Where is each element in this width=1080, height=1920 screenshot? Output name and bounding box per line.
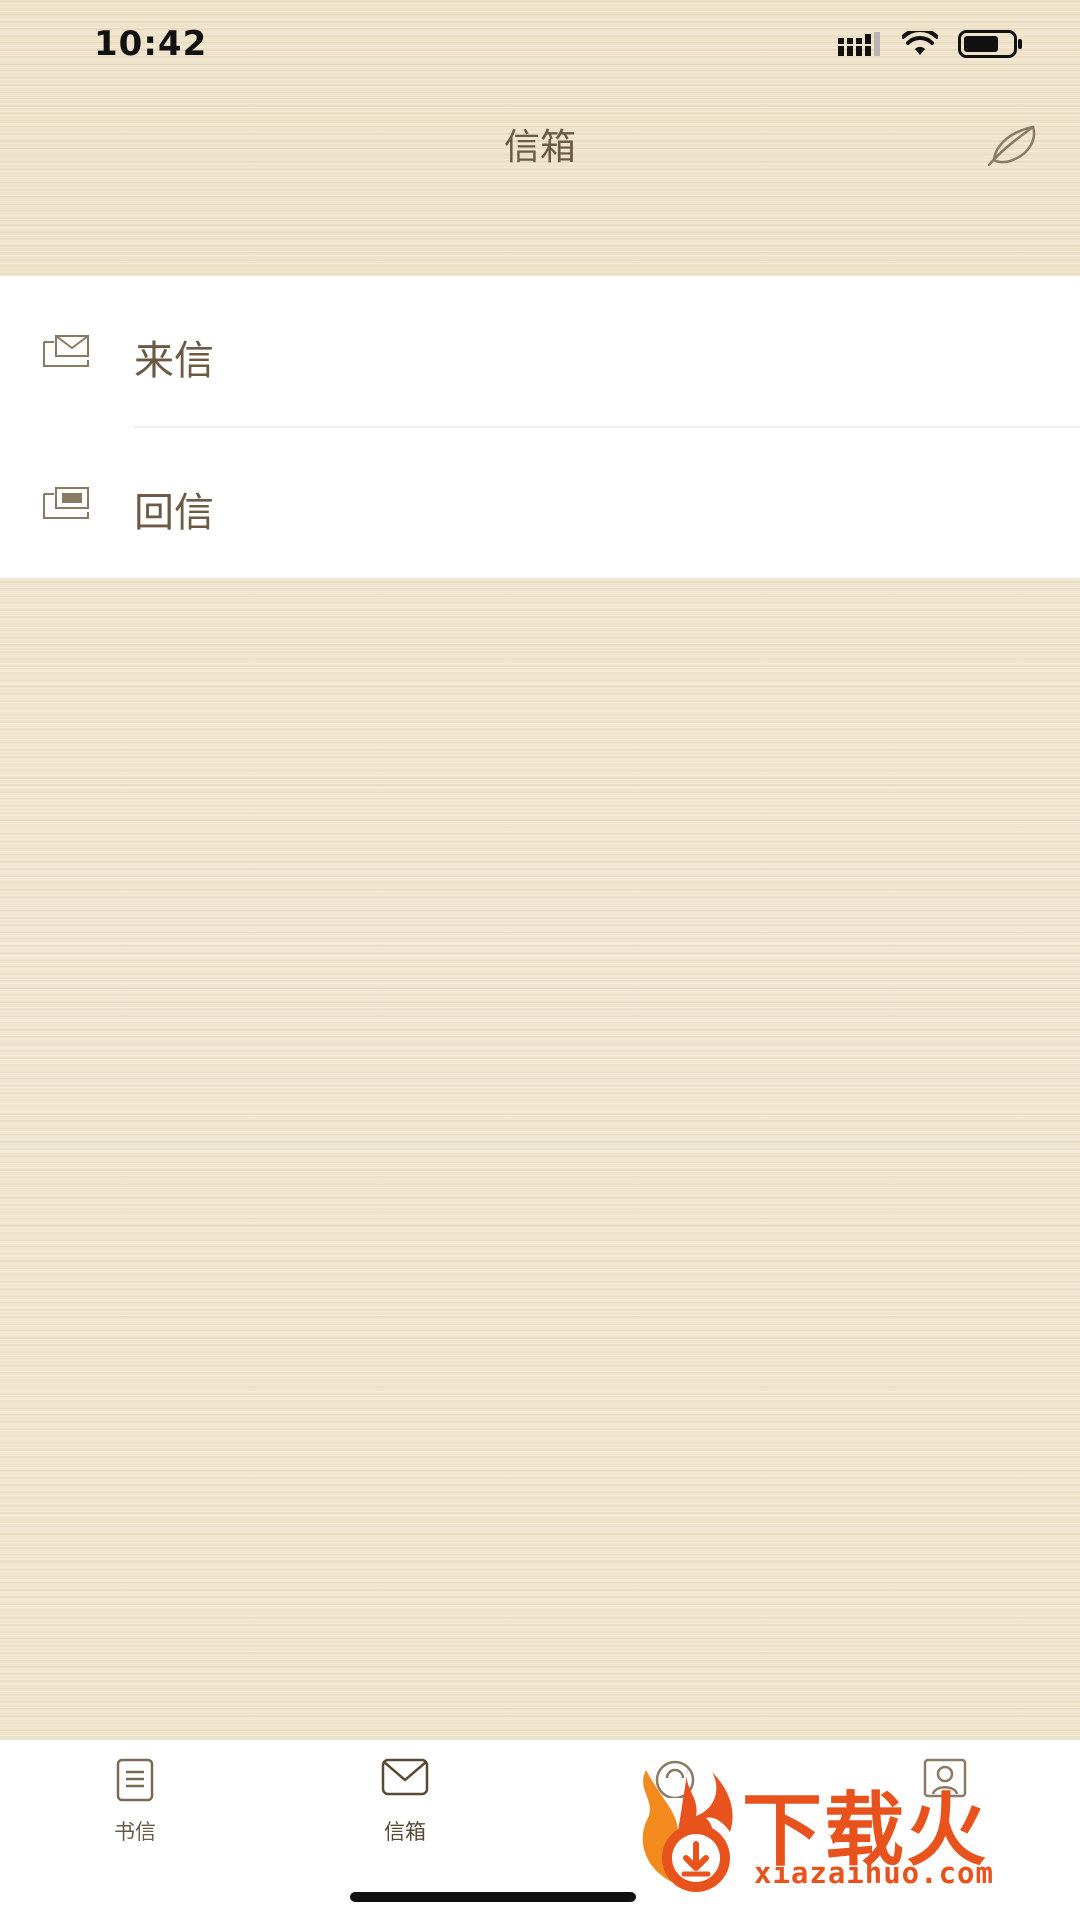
flame-logo-icon [642,1768,733,1892]
tab-mailbox[interactable]: 信箱 [270,1740,540,1860]
wifi-icon [902,31,938,55]
tab-label: 信箱 [384,1820,426,1844]
mailbox-list: 来信 回信 [0,276,1080,578]
status-bar: 10:42 [0,0,1080,96]
watermark: 下载火 xiazaihuo.com [626,1760,1066,1900]
signal-icon [838,32,880,56]
status-time: 10:42 [94,24,208,64]
envelope-icon [381,1758,429,1796]
home-indicator[interactable] [350,1892,636,1902]
inbox-envelope-icon [43,335,89,367]
page-title: 信箱 [503,127,576,168]
battery-icon [958,30,1022,58]
feather-icon [987,125,1036,167]
reply-envelope-icon [43,487,89,519]
nav-bar: 信箱 [0,96,1080,276]
tab-label: 书信 [114,1820,156,1844]
list-item-inbox[interactable]: 来信 [0,276,1080,426]
watermark-url: xiazaihuo.com [754,1856,994,1890]
compose-button[interactable] [982,116,1042,176]
list-item-label: 回信 [134,490,214,536]
list-item-label: 来信 [134,338,214,384]
status-icons [838,30,1024,58]
list-item-replies[interactable]: 回信 [0,428,1080,578]
tab-letters[interactable]: 书信 [0,1740,270,1860]
letter-document-icon [116,1758,154,1802]
